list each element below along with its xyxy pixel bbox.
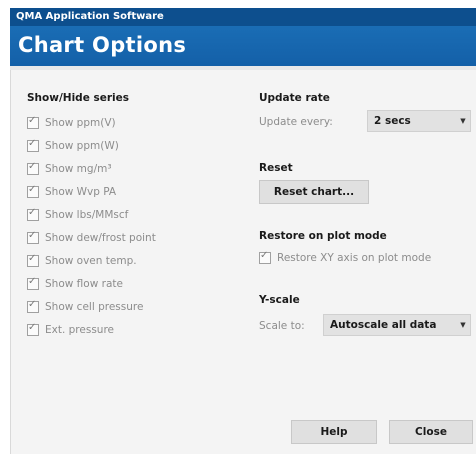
options-panel: Show/Hide series Show ppm(V) Show ppm(W)… bbox=[10, 70, 476, 454]
scale-to-label: Scale to: bbox=[259, 320, 305, 332]
window-titlebar: QMA Application Software bbox=[10, 8, 476, 26]
series-checkbox-ppmv[interactable]: Show ppm(V) bbox=[27, 115, 116, 131]
series-checkbox-oven[interactable]: Show oven temp. bbox=[27, 253, 137, 269]
restore-xy-checkbox[interactable]: Restore XY axis on plot mode bbox=[259, 250, 431, 266]
series-label: Show lbs/MMscf bbox=[45, 209, 129, 221]
help-button[interactable]: Help bbox=[291, 420, 377, 444]
series-label: Show oven temp. bbox=[45, 255, 137, 267]
checkbox-icon[interactable] bbox=[27, 230, 39, 244]
checkbox-icon[interactable] bbox=[27, 161, 39, 175]
window-title: QMA Application Software bbox=[16, 11, 164, 22]
series-label: Show flow rate bbox=[45, 278, 123, 290]
yscale-select[interactable]: Autoscale all data ▼ bbox=[323, 314, 471, 336]
series-checkbox-mgm3[interactable]: Show mg/m³ bbox=[27, 161, 112, 177]
checkbox-icon[interactable] bbox=[27, 276, 39, 290]
checkbox-icon[interactable] bbox=[27, 184, 39, 198]
series-checkbox-wvp[interactable]: Show Wvp PA bbox=[27, 184, 116, 200]
series-label: Show cell pressure bbox=[45, 301, 144, 313]
series-checkbox-ppmw[interactable]: Show ppm(W) bbox=[27, 138, 119, 154]
checkbox-icon[interactable] bbox=[27, 253, 39, 267]
series-checkbox-cellpressure[interactable]: Show cell pressure bbox=[27, 299, 143, 315]
series-checkbox-extpressure[interactable]: Ext. pressure bbox=[27, 322, 114, 338]
update-rate-select[interactable]: 2 secs ▼ bbox=[367, 110, 471, 132]
dropdown-arrow-icon[interactable]: ▼ bbox=[456, 111, 470, 131]
dropdown-arrow-icon[interactable]: ▼ bbox=[456, 315, 470, 335]
series-heading: Show/Hide series bbox=[27, 92, 129, 104]
checkbox-icon[interactable] bbox=[27, 138, 39, 152]
series-label: Show Wvp PA bbox=[45, 186, 117, 198]
checkbox-icon[interactable] bbox=[27, 115, 39, 129]
checkbox-icon[interactable] bbox=[259, 250, 271, 264]
page-title: Chart Options bbox=[18, 33, 187, 57]
reset-heading: Reset bbox=[259, 162, 293, 174]
yscale-heading: Y-scale bbox=[259, 294, 300, 306]
update-every-label: Update every: bbox=[259, 116, 333, 128]
yscale-value: Autoscale all data bbox=[330, 319, 437, 331]
reset-chart-button[interactable]: Reset chart... bbox=[259, 180, 369, 204]
series-checkbox-lbs[interactable]: Show lbs/MMscf bbox=[27, 207, 128, 223]
checkbox-icon[interactable] bbox=[27, 299, 39, 313]
restore-heading: Restore on plot mode bbox=[259, 230, 387, 242]
series-label: Show ppm(W) bbox=[45, 140, 119, 152]
update-rate-heading: Update rate bbox=[259, 92, 330, 104]
update-rate-value: 2 secs bbox=[374, 115, 411, 127]
dialog-header: Chart Options bbox=[10, 26, 476, 70]
close-button[interactable]: Close bbox=[389, 420, 473, 444]
checkbox-icon[interactable] bbox=[27, 322, 39, 336]
restore-xy-label: Restore XY axis on plot mode bbox=[277, 252, 432, 264]
series-label: Ext. pressure bbox=[45, 324, 114, 336]
checkbox-icon[interactable] bbox=[27, 207, 39, 221]
series-checkbox-dewpoint[interactable]: Show dew/frost point bbox=[27, 230, 156, 246]
series-checkbox-flow[interactable]: Show flow rate bbox=[27, 276, 123, 292]
series-label: Show dew/frost point bbox=[45, 232, 156, 244]
series-label: Show mg/m³ bbox=[45, 163, 112, 175]
series-label: Show ppm(V) bbox=[45, 117, 116, 129]
